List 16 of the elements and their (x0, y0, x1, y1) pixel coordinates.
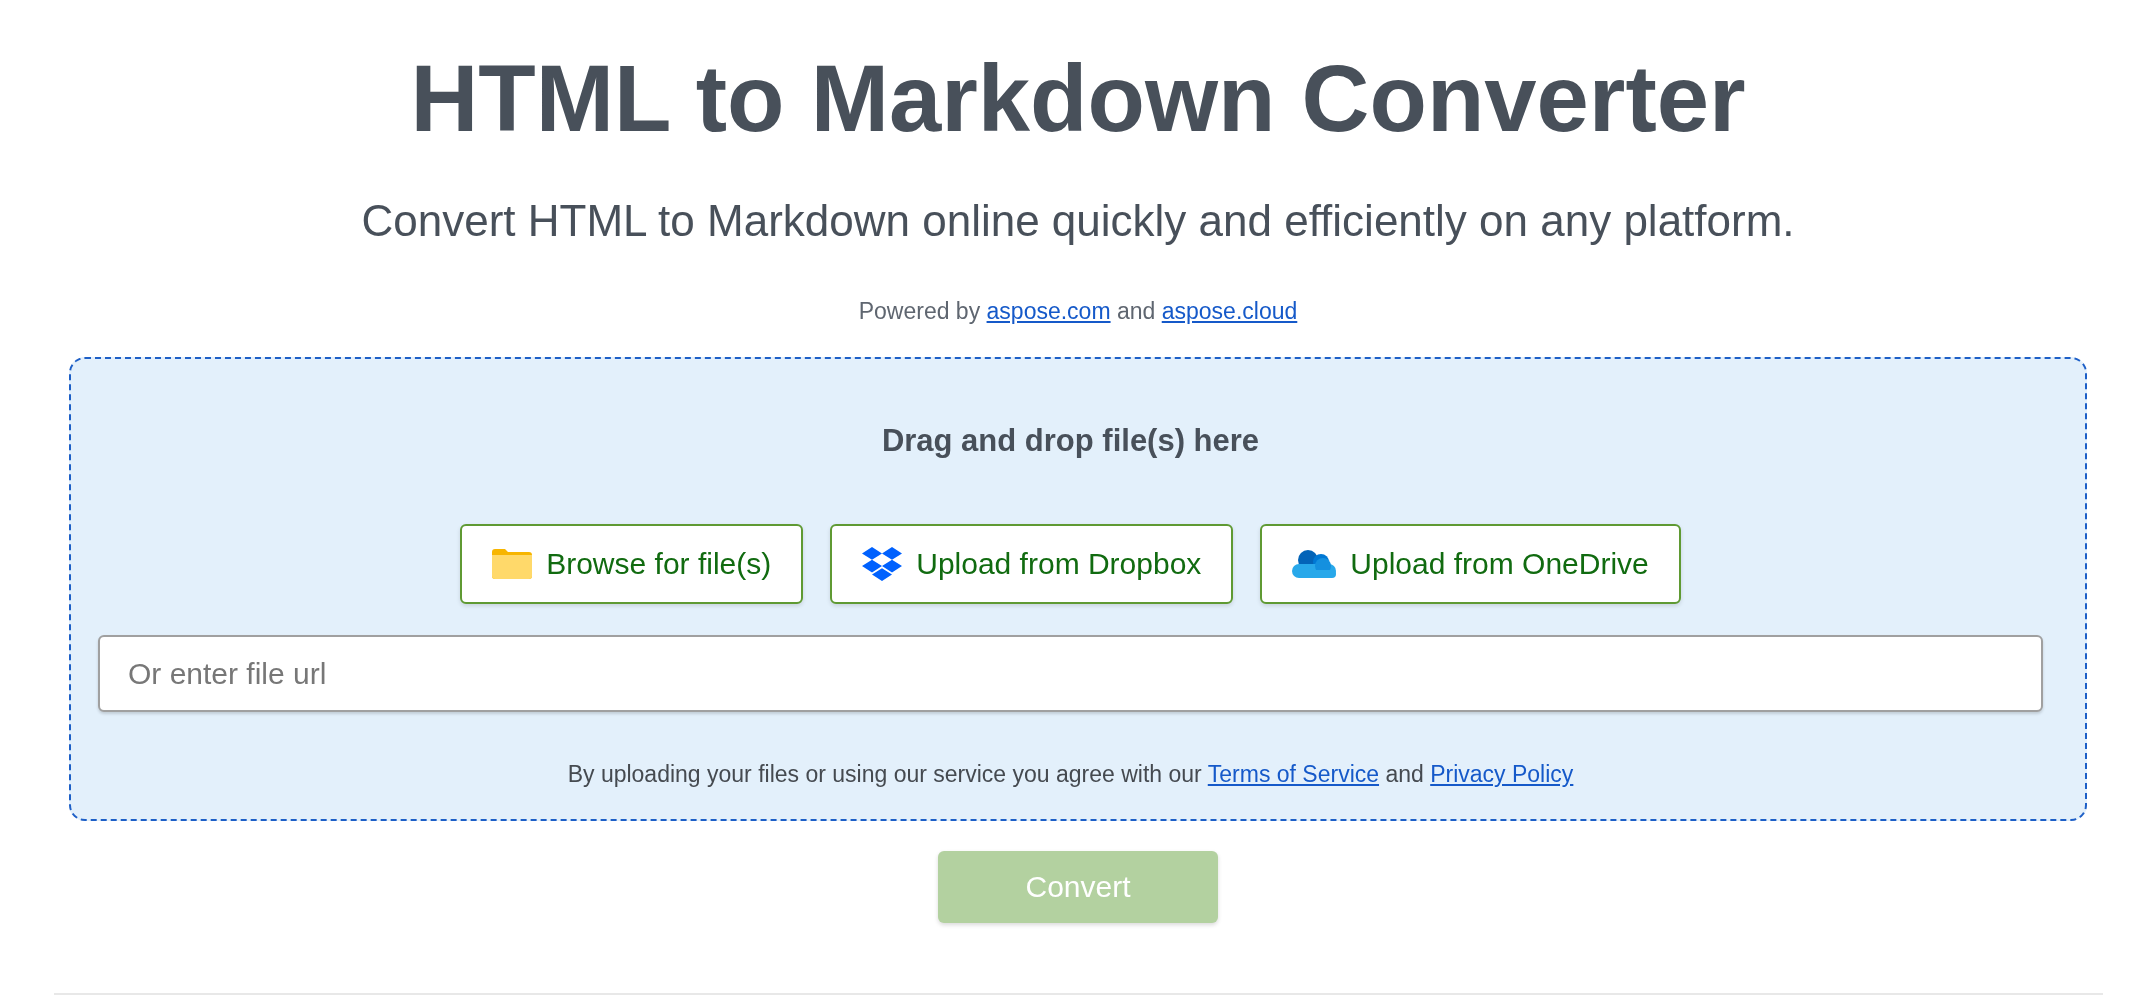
url-input[interactable]: Or enter file url (98, 635, 2043, 712)
upload-button[interactable]: Browse for file(s) (460, 524, 804, 604)
agreement-text: By uploading your files or using our service you agree with our Terms of Service and Privacy Policy (567, 760, 1574, 789)
page-title: HTML to Markdown Converter (410, 47, 1746, 150)
drop-zone-heading: Drag and drop file(s) here (881, 423, 1260, 459)
text-link[interactable]: aspose.com (986, 298, 1111, 324)
powered-by-text: Powered by aspose.com and aspose.cloud (858, 297, 1298, 326)
open-box-icon (862, 547, 903, 581)
text-link[interactable]: Privacy Policy (1430, 761, 1574, 787)
folder-icon (492, 549, 533, 579)
cloud-icon (1292, 550, 1337, 578)
upload-button[interactable]: Upload from Dropbox (830, 524, 1234, 604)
page-subtitle: Convert HTML to Markdown online quickly and efficiently on any platform. (361, 195, 1795, 247)
upload-button[interactable]: Upload from OneDrive (1260, 524, 1681, 604)
text-link[interactable]: Terms of Service (1207, 761, 1380, 787)
text-link[interactable]: aspose.cloud (1161, 298, 1298, 324)
